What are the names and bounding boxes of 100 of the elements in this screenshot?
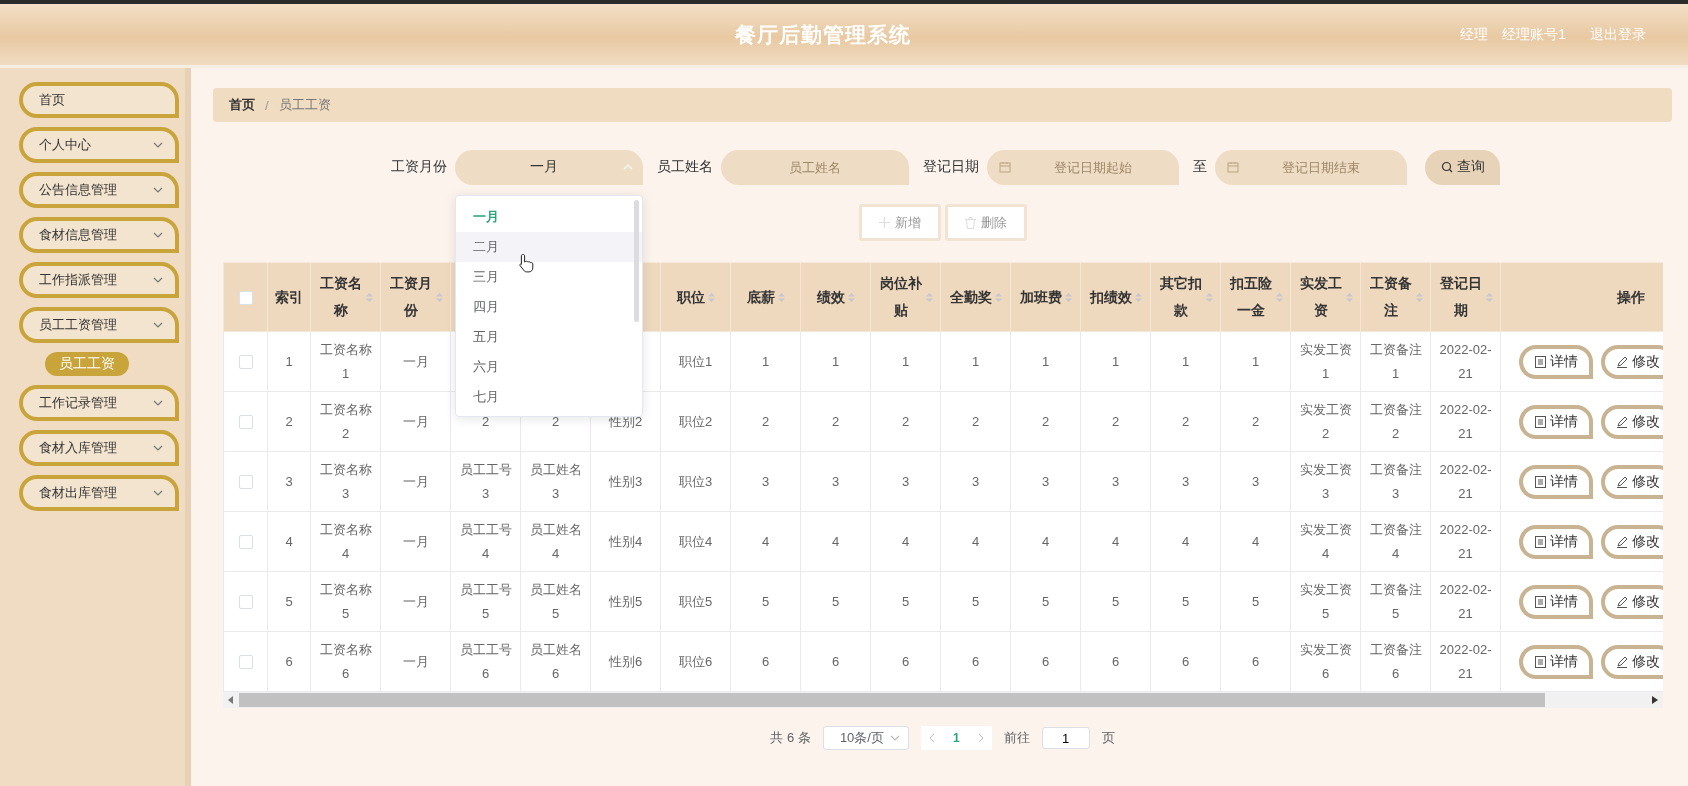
- table-cell: 3: [901, 473, 910, 489]
- table-cell: 工资名称6: [319, 641, 372, 681]
- date-input-field[interactable]: 登记日期起始: [987, 149, 1179, 185]
- sort-icon[interactable]: [1205, 292, 1213, 302]
- dropdown-option[interactable]: 三月: [456, 261, 642, 292]
- edit-button[interactable]: 修改: [1601, 524, 1663, 559]
- table-cell: 3: [285, 473, 293, 489]
- table-cell: 1: [971, 353, 980, 369]
- edit-button[interactable]: 修改: [1601, 404, 1663, 439]
- edit-button[interactable]: 修改: [1601, 464, 1663, 499]
- table-cell: 一月: [402, 353, 429, 369]
- sort-icon[interactable]: [1415, 292, 1423, 302]
- sort-icon[interactable]: [1134, 292, 1142, 302]
- sort-icon[interactable]: [925, 292, 933, 302]
- sort-icon[interactable]: [1064, 292, 1072, 302]
- chevron-down-icon: [153, 232, 163, 238]
- sort-icon[interactable]: [707, 292, 715, 302]
- table-cell: 工资备注5: [1369, 581, 1422, 621]
- sort-icon[interactable]: [777, 292, 785, 302]
- edit-button[interactable]: 修改: [1601, 644, 1663, 679]
- sidebar-item[interactable]: 食材出库管理: [19, 475, 179, 511]
- pencil-icon: [1616, 535, 1628, 548]
- document-icon: [1534, 655, 1546, 668]
- chevron-left-icon[interactable]: [928, 733, 935, 743]
- table-cell: 实发工资3: [1299, 461, 1352, 501]
- search-button[interactable]: 查询: [1425, 149, 1500, 185]
- page-size-select[interactable]: 10条/页: [822, 726, 909, 750]
- sidebar-item[interactable]: 工作记录管理: [19, 385, 179, 421]
- sort-icon[interactable]: [994, 292, 1002, 302]
- table-cell: 性别5: [608, 593, 643, 609]
- row-checkbox[interactable]: [238, 415, 253, 430]
- edit-button[interactable]: 修改: [1601, 584, 1663, 619]
- sort-icon[interactable]: [365, 292, 373, 302]
- row-checkbox[interactable]: [238, 475, 253, 490]
- row-checkbox[interactable]: [238, 355, 253, 370]
- table-cell: 6: [971, 653, 980, 669]
- sort-icon[interactable]: [1345, 292, 1353, 302]
- sidebar-item[interactable]: 食材信息管理: [19, 217, 179, 253]
- page-input-field[interactable]: 1: [1041, 727, 1090, 749]
- pencil-icon: [1616, 655, 1628, 668]
- table-cell: 2: [831, 413, 840, 429]
- sort-icon[interactable]: [1485, 292, 1493, 302]
- table-cell: 5: [761, 593, 770, 609]
- table-cell: 6: [1111, 653, 1120, 669]
- table-cell: 4: [285, 533, 293, 549]
- row-checkbox[interactable]: [238, 655, 253, 670]
- dropdown-option[interactable]: 二月: [456, 231, 642, 262]
- sort-icon[interactable]: [1275, 292, 1283, 302]
- table-cell: 2022-02-21: [1439, 461, 1492, 501]
- row-checkbox[interactable]: [238, 595, 253, 610]
- sidebar-item[interactable]: 公告信息管理: [19, 172, 179, 208]
- date-input-field[interactable]: 登记日期结束: [1215, 149, 1407, 185]
- chevron-right-icon[interactable]: [977, 733, 984, 743]
- row-checkbox[interactable]: [238, 535, 253, 550]
- sidebar-item[interactable]: 首页: [19, 82, 179, 118]
- table-cell: 工资名称3: [319, 461, 372, 501]
- breadcrumb-link[interactable]: 首页: [229, 96, 255, 114]
- table-cell: 5: [1181, 593, 1190, 609]
- table-cell: 3: [1041, 473, 1050, 489]
- sidebar-item[interactable]: 工作指派管理: [19, 262, 179, 298]
- table-cell: 1: [901, 353, 910, 369]
- table-cell: 2: [285, 413, 293, 429]
- column-header[interactable]: 绩效: [816, 283, 845, 311]
- table-cell: 员工工号3: [459, 461, 512, 501]
- details-button[interactable]: 详情: [1519, 584, 1593, 619]
- details-button[interactable]: 详情: [1519, 464, 1593, 499]
- chevron-down-icon: [153, 322, 163, 328]
- details-button[interactable]: 详情: [1519, 404, 1593, 439]
- chevron-down-icon: [153, 490, 163, 496]
- table-cell: 员工姓名5: [529, 581, 582, 621]
- select-all-checkbox[interactable]: [238, 290, 253, 305]
- sidebar-item[interactable]: 个人中心: [19, 127, 179, 163]
- table-cell: 3: [1181, 473, 1190, 489]
- dropdown-scrollbar[interactable]: [634, 199, 639, 322]
- name-input-field[interactable]: 员工姓名: [721, 149, 909, 185]
- dropdown-option[interactable]: 七月: [456, 381, 642, 412]
- sort-icon[interactable]: [435, 292, 443, 302]
- column-header: 操作: [1617, 287, 1645, 307]
- sidebar-item[interactable]: 员工工资管理: [19, 307, 179, 343]
- details-button[interactable]: 详情: [1519, 524, 1593, 559]
- horizontal-scrollbar[interactable]: [223, 692, 1663, 708]
- dropdown-option[interactable]: 四月: [456, 291, 642, 322]
- sort-icon[interactable]: [847, 292, 855, 302]
- table-cell: 一月: [402, 653, 429, 669]
- dropdown-option[interactable]: 五月: [456, 321, 642, 352]
- table-cell: 6: [901, 653, 910, 669]
- details-button[interactable]: 详情: [1519, 344, 1593, 379]
- sidebar-item[interactable]: 食材入库管理: [19, 430, 179, 466]
- table-cell: 6: [761, 653, 770, 669]
- table-cell: 6: [1181, 653, 1190, 669]
- column-header[interactable]: 职位: [676, 283, 705, 311]
- calendar-icon: [999, 160, 1011, 173]
- calendar-icon: [1227, 160, 1239, 173]
- details-button[interactable]: 详情: [1519, 644, 1593, 679]
- trash-icon: [964, 216, 976, 229]
- edit-button[interactable]: 修改: [1601, 344, 1663, 379]
- column-header[interactable]: 底薪: [746, 283, 775, 311]
- table-cell: 员工工号6: [459, 641, 512, 681]
- table-cell: 4: [901, 533, 910, 549]
- dropdown-option[interactable]: 六月: [456, 351, 642, 382]
